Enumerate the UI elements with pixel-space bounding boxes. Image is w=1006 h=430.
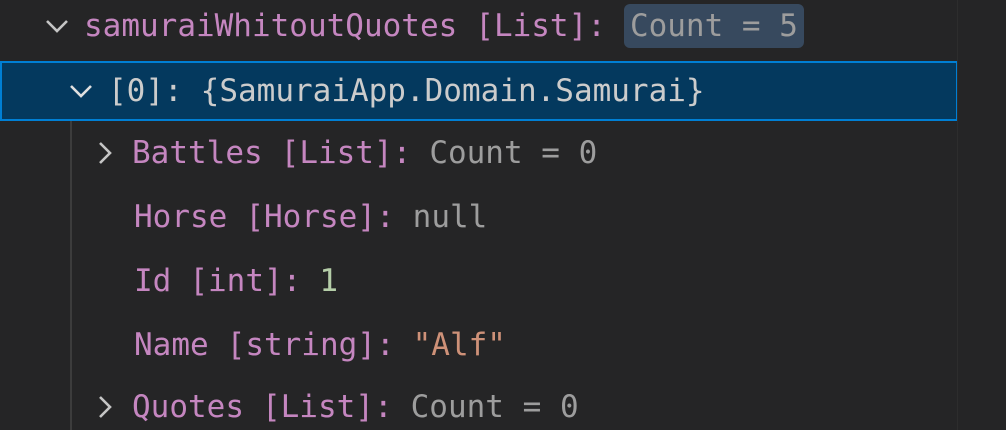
variable-name: Name — [134, 327, 209, 363]
variable-value: 1 — [319, 263, 338, 299]
chevron-right-icon[interactable] — [88, 390, 122, 424]
variable-type: [List] — [475, 8, 588, 44]
variable-row-quotes[interactable]: Quotes [List] : Count = 0 — [0, 377, 958, 430]
debug-variables-panel: samuraiWhitoutQuotes [List] : Count = 5 … — [0, 0, 958, 430]
variable-row-root[interactable]: samuraiWhitoutQuotes [List] : Count = 5 — [0, 0, 958, 56]
separator: : — [164, 73, 183, 109]
variable-type: [string] — [226, 327, 376, 363]
variable-type: [Horse] — [245, 199, 376, 235]
separator: : — [375, 199, 395, 235]
variable-name: samuraiWhitoutQuotes — [84, 8, 458, 44]
variable-type: [List] — [280, 135, 393, 171]
chevron-down-icon[interactable] — [64, 74, 98, 108]
separator: : — [375, 327, 395, 363]
variable-value: {SamuraiApp.Domain.Samurai} — [200, 73, 705, 109]
variable-value: Count = 0 — [410, 389, 579, 425]
variable-name: Horse — [134, 199, 228, 235]
variable-row-horse[interactable]: Horse [Horse] : null — [0, 187, 958, 247]
variable-name: [0] — [108, 73, 164, 109]
scrollbar-track[interactable] — [957, 0, 1006, 430]
variable-value: null — [412, 199, 488, 235]
separator: : — [392, 135, 412, 171]
variable-value: "Alf" — [412, 327, 506, 363]
variable-row-battles[interactable]: Battles [List] : Count = 0 — [0, 123, 958, 183]
chevron-right-icon[interactable] — [88, 136, 122, 170]
variable-row-item-0[interactable]: [0] : {SamuraiApp.Domain.Samurai} — [0, 61, 958, 121]
variable-row-name[interactable]: Name [string] : "Alf" — [0, 315, 958, 375]
variable-row-id[interactable]: Id [int] : 1 — [0, 251, 958, 311]
variable-type: [List] — [261, 389, 374, 425]
variable-name: Id — [134, 263, 172, 299]
separator: : — [282, 263, 302, 299]
separator: : — [373, 389, 393, 425]
variable-name: Battles — [132, 135, 263, 171]
variable-value: Count = 0 — [429, 135, 598, 171]
variable-name: Quotes — [132, 389, 244, 425]
chevron-down-icon[interactable] — [40, 9, 74, 43]
separator: : — [587, 8, 606, 44]
variable-type: [int] — [189, 263, 283, 299]
count-badge: Count = 5 — [623, 4, 804, 48]
